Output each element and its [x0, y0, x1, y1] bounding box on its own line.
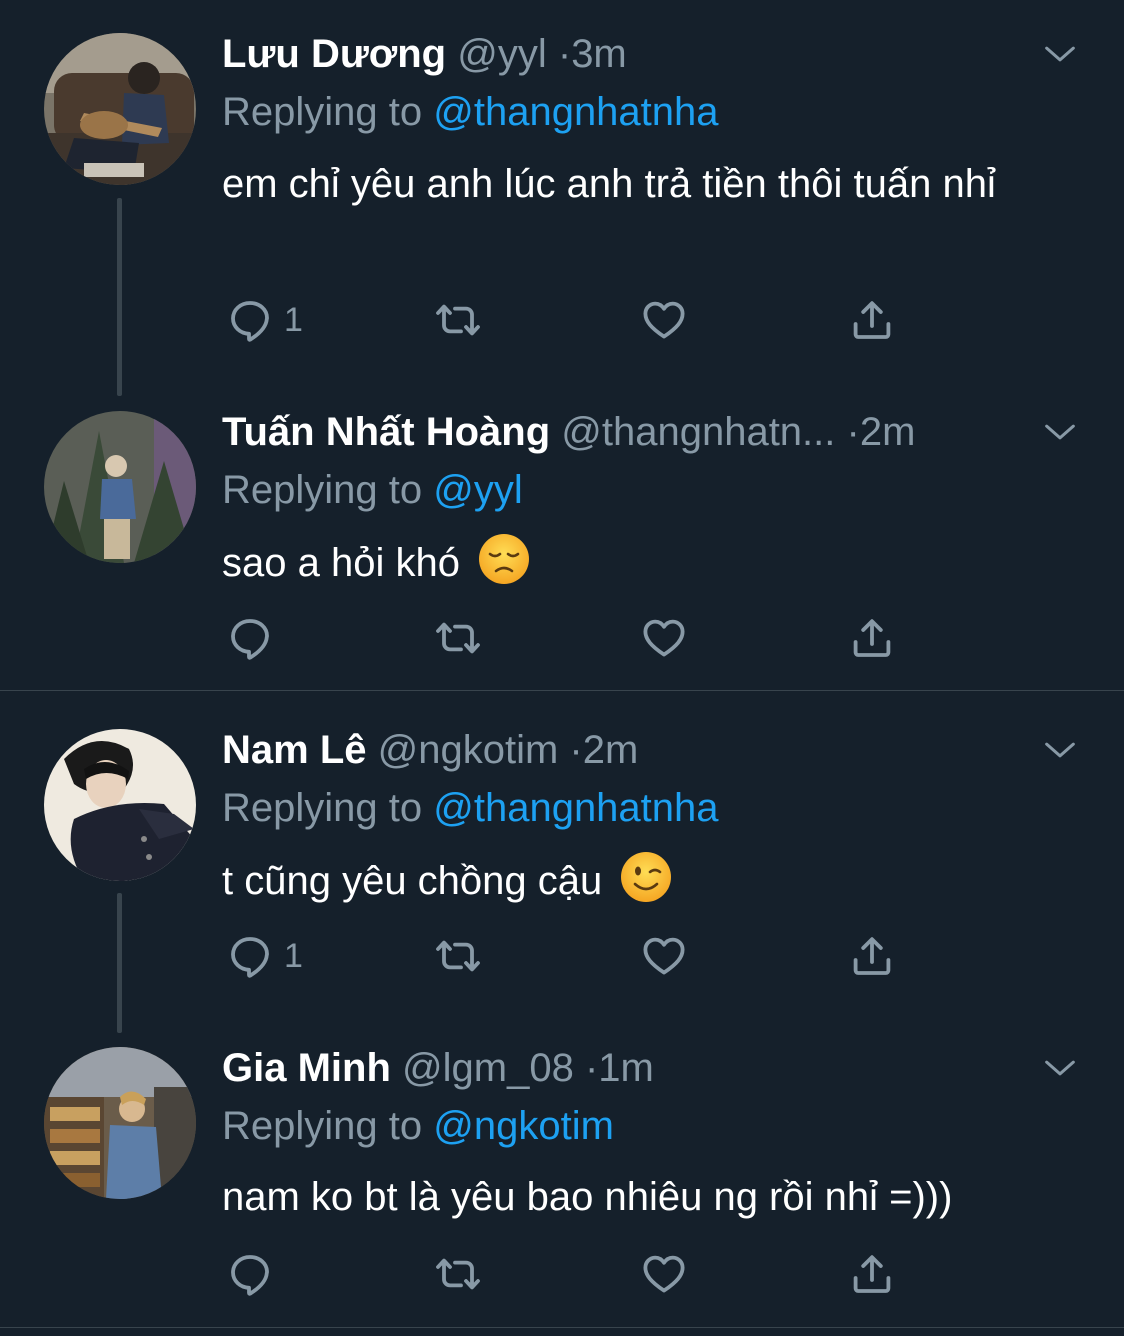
reply-icon — [226, 614, 274, 662]
chevron-down-icon[interactable] — [1040, 412, 1080, 452]
tweet-text-content: t cũng yêu chồng cậu — [222, 859, 603, 903]
tweet[interactable]: Lưu Dương @yyl ·3m Replying to @thangnha… — [0, 30, 1124, 370]
handle[interactable]: @ngkotim — [378, 728, 559, 772]
tweet-text: nam ko bt là yêu bao nhiêu ng rồi nhỉ =)… — [222, 1175, 953, 1219]
tweet-actions: 1 — [222, 926, 922, 986]
retweet-button[interactable] — [434, 290, 482, 350]
avatar[interactable] — [44, 33, 196, 185]
like-button[interactable] — [640, 290, 688, 350]
display-name[interactable]: Lưu Dương — [222, 32, 446, 76]
reply-button[interactable] — [226, 608, 284, 668]
tweet[interactable]: Tuấn Nhất Hoàng @thangnhatn... ·2m Reply… — [0, 408, 1124, 678]
winking-face-icon — [621, 852, 672, 902]
share-button[interactable] — [848, 926, 896, 986]
chevron-down-icon[interactable] — [1040, 34, 1080, 74]
tweet[interactable]: Gia Minh @lgm_08 ·1m Replying to @ngkoti… — [0, 1044, 1124, 1324]
mention-link[interactable]: @thangnhatnha — [433, 786, 718, 830]
retweet-button[interactable] — [434, 608, 482, 668]
like-button[interactable] — [640, 1244, 688, 1304]
handle[interactable]: @thangnhatn... — [561, 410, 835, 454]
timestamp[interactable]: 3m — [571, 32, 627, 76]
share-button[interactable] — [848, 608, 896, 668]
retweet-icon — [434, 1250, 482, 1298]
retweet-icon — [434, 932, 482, 980]
replying-to: Replying to @yyl — [222, 466, 523, 514]
tweet-text: em chỉ yêu anh lúc anh trả tiền thôi tuấ… — [222, 162, 996, 206]
handle[interactable]: @lgm_08 — [402, 1046, 574, 1090]
mention-link[interactable]: @thangnhatnha — [433, 90, 718, 134]
heart-icon — [640, 932, 688, 980]
share-button[interactable] — [848, 1244, 896, 1304]
like-button[interactable] — [640, 608, 688, 668]
replying-prefix: Replying to — [222, 90, 434, 134]
mention-link[interactable]: @ngkotim — [433, 1104, 614, 1148]
tweet[interactable]: Nam Lê @ngkotim ·2m Replying to @thangnh… — [0, 726, 1124, 1006]
share-icon — [848, 614, 896, 662]
replying-prefix: Replying to — [222, 786, 434, 830]
replying-to: Replying to @thangnhatnha — [222, 784, 719, 832]
separator-dot: · — [569, 728, 583, 772]
timestamp[interactable]: 2m — [860, 410, 916, 454]
replying-prefix: Replying to — [222, 468, 434, 512]
replying-prefix: Replying to — [222, 1104, 434, 1148]
timestamp[interactable]: 1m — [598, 1046, 654, 1090]
tweet-actions — [222, 608, 922, 668]
tweet-header: Lưu Dương @yyl ·3m — [222, 30, 627, 78]
share-icon — [848, 1250, 896, 1298]
timestamp[interactable]: 2m — [583, 728, 639, 772]
display-name[interactable]: Tuấn Nhất Hoàng — [222, 410, 550, 454]
handle[interactable]: @yyl — [457, 32, 547, 76]
avatar[interactable] — [44, 1047, 196, 1199]
reply-button[interactable]: 1 — [226, 926, 303, 986]
display-name[interactable]: Nam Lê — [222, 728, 367, 772]
tweet-header: Gia Minh @lgm_08 ·1m — [222, 1044, 654, 1092]
tweet-header: Nam Lê @ngkotim ·2m — [222, 726, 638, 774]
reply-button[interactable] — [226, 1244, 284, 1304]
separator-dot: · — [557, 32, 572, 76]
tweet-actions — [222, 1244, 922, 1304]
disappointed-face-icon — [479, 534, 530, 584]
reply-count: 1 — [284, 300, 303, 339]
tweet-text: t cũng yêu chồng cậu — [222, 850, 1082, 910]
chevron-down-icon[interactable] — [1040, 730, 1080, 770]
reply-icon — [226, 1250, 274, 1298]
tweet-actions: 1 — [222, 290, 922, 350]
heart-icon — [640, 1250, 688, 1298]
thread-divider — [0, 1327, 1124, 1328]
mention-link[interactable]: @yyl — [433, 468, 523, 512]
avatar[interactable] — [44, 411, 196, 563]
chevron-down-icon[interactable] — [1040, 1048, 1080, 1088]
retweet-button[interactable] — [434, 1244, 482, 1304]
share-button[interactable] — [848, 290, 896, 350]
tweet-text-content: sao a hỏi khó — [222, 541, 460, 585]
share-icon — [848, 932, 896, 980]
thread-divider — [0, 690, 1124, 691]
tweet-text: sao a hỏi khó — [222, 532, 1082, 592]
separator-dot: · — [846, 410, 860, 454]
separator-dot: · — [584, 1046, 599, 1090]
reply-count: 1 — [284, 936, 303, 975]
heart-icon — [640, 614, 688, 662]
replying-to: Replying to @thangnhatnha — [222, 88, 719, 136]
retweet-icon — [434, 296, 482, 344]
like-button[interactable] — [640, 926, 688, 986]
reply-icon — [226, 296, 274, 344]
reply-button[interactable]: 1 — [226, 290, 303, 350]
share-icon — [848, 296, 896, 344]
heart-icon — [640, 296, 688, 344]
avatar[interactable] — [44, 729, 196, 881]
retweet-icon — [434, 614, 482, 662]
reply-icon — [226, 932, 274, 980]
tweet-header: Tuấn Nhất Hoàng @thangnhatn... ·2m — [222, 408, 915, 456]
retweet-button[interactable] — [434, 926, 482, 986]
display-name[interactable]: Gia Minh — [222, 1046, 391, 1090]
replying-to: Replying to @ngkotim — [222, 1102, 614, 1150]
